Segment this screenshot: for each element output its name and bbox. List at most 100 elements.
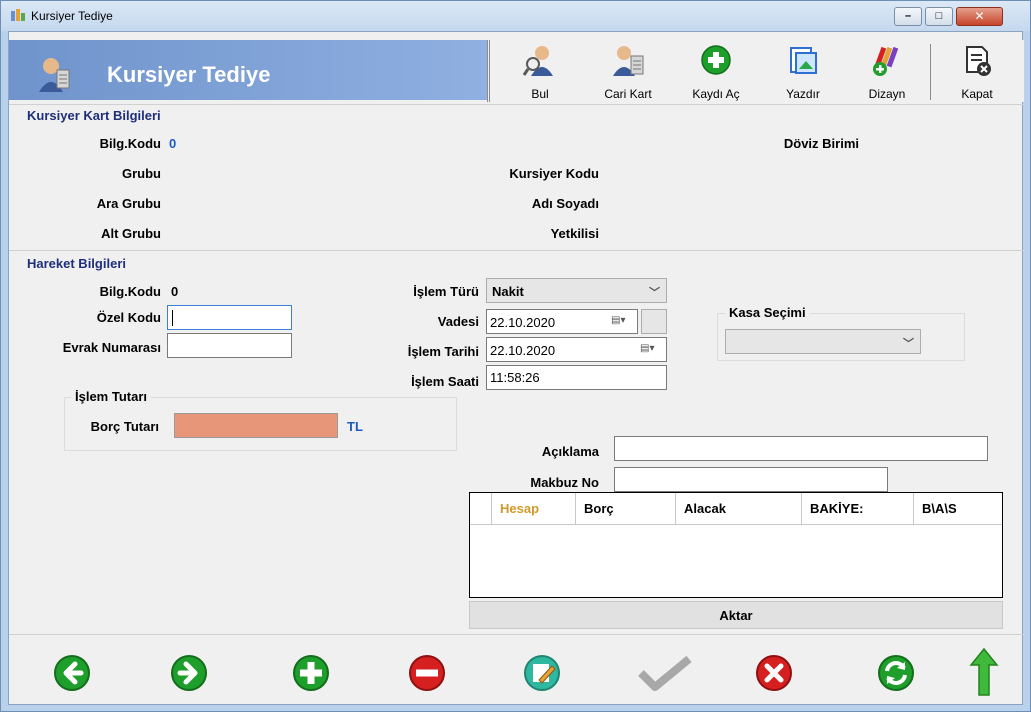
design-button-label: Dizayn [868,87,906,101]
app-window: Kursiyer Tediye – □ ✕ Kursiyer Tediye Bu… [0,0,1031,712]
group-label: Grubu [122,166,161,181]
amount-group-title: İşlem Tutarı [71,389,152,404]
plus-icon[interactable] [291,653,331,693]
card-code-value: 0 [169,136,177,151]
transaction-group-title: Hareket Bilgileri [27,256,126,271]
column-header-debit[interactable]: Borç [576,493,676,525]
transaction-type-select[interactable]: Nakit ﹀ [486,278,667,303]
due-date-picker[interactable]: 22.10.2020 ▤▾ [486,309,638,334]
card-code-label: Bilg.Kodu [99,136,161,151]
description-label: Açıklama [541,444,599,459]
transfer-button[interactable]: Aktar [469,601,1003,629]
open-record-button[interactable]: Kaydı Aç [676,40,756,102]
trans-code-label: Bilg.Kodu [99,284,161,299]
close-document-icon [966,46,991,76]
student-code-label: Kursiyer Kodu [509,166,599,181]
close-icon: ✕ [974,9,985,23]
print-button[interactable]: Yazdır [768,40,838,102]
row-indicator-header[interactable] [470,493,492,525]
calendar-dropdown-icon[interactable]: ▤▾ [640,343,662,356]
debt-amount-label: Borç Tutarı [90,419,159,434]
user-card-icon [39,58,70,92]
bottom-navigation [9,634,1024,706]
print-icon [790,47,817,74]
special-code-label: Özel Kodu [96,310,161,325]
close-form-button-label: Kapat [961,87,993,101]
receipt-number-input[interactable] [614,467,888,492]
column-header-credit[interactable]: Alacak [676,493,802,525]
form-client-area: Kursiyer Tediye Bul Cari Kart Kaydı Aç Y… [8,31,1024,706]
full-name-label: Adı Soyadı [531,196,599,211]
trans-code-value: 0 [171,284,179,299]
minus-icon[interactable] [407,653,447,693]
sub-sub-group-label: Alt Grubu [101,226,161,241]
chevron-down-icon: ﹀ [649,287,660,299]
close-form-button[interactable]: Kapat [946,40,1008,102]
cancel-icon[interactable] [754,653,794,693]
currency-label: Döviz Birimi [783,136,859,151]
open-record-button-label: Kaydı Aç [692,87,740,101]
window-title: Kursiyer Tediye [31,9,113,23]
cash-register-select[interactable]: ﹀ [725,329,921,354]
divider [9,250,1024,251]
minimize-button[interactable]: – [894,7,922,26]
account-card-button[interactable]: Cari Kart [588,40,668,102]
calendar-dropdown-icon[interactable]: ▤▾ [611,315,633,328]
document-number-input[interactable] [167,333,292,358]
arrow-left-icon[interactable] [52,653,92,693]
authorized-label: Yetkilisi [550,226,599,241]
find-button-label: Bul [531,87,549,101]
chevron-down-icon: ﹀ [903,338,914,350]
account-card-button-label: Cari Kart [604,87,652,101]
transaction-date-picker[interactable]: 22.10.2020 ▤▾ [486,337,667,362]
search-user-icon [523,46,553,76]
account-grid[interactable]: Hesap Borç Alacak BAKİYE: B\A\S [469,492,1003,598]
toolbar-separator [930,44,931,100]
divider [9,104,1024,105]
column-header-bas[interactable]: B\A\S [914,493,1002,525]
transaction-time-input[interactable]: 11:58:26 [486,365,667,390]
find-button[interactable]: Bul [510,40,570,102]
add-record-icon [701,45,731,75]
cash-register-label: Kasa Seçimi [725,305,810,320]
text-caret [172,310,173,326]
debt-amount-input[interactable] [174,413,338,438]
design-icon [873,46,899,76]
due-date-extra-button[interactable] [641,309,667,334]
design-button[interactable]: Dizayn [852,40,922,102]
sub-group-label: Ara Grubu [96,196,161,211]
due-date-value: 22.10.2020 [490,315,556,330]
arrow-up-icon[interactable] [969,647,999,697]
form-header: Kursiyer Tediye [9,40,487,100]
transaction-time-value: 11:58:26 [490,370,540,385]
refresh-icon[interactable] [876,653,916,693]
arrow-right-icon[interactable] [169,653,209,693]
column-header-account[interactable]: Hesap [492,493,576,525]
transaction-date-label: İşlem Tarihi [407,344,479,359]
maximize-button[interactable]: □ [925,7,953,26]
receipt-number-label: Makbuz No [530,475,599,490]
document-number-label: Evrak Numarası [62,340,161,355]
due-date-label: Vadesi [437,314,479,329]
print-button-label: Yazdır [786,87,820,101]
user-card-icon [613,46,644,76]
description-input[interactable] [614,436,988,461]
maximize-icon: □ [935,10,943,22]
close-button[interactable]: ✕ [956,7,1003,26]
special-code-input[interactable] [167,305,292,330]
currency-unit: TL [347,419,363,434]
title-bar[interactable]: Kursiyer Tediye – □ ✕ [1,1,1030,31]
transaction-type-label: İşlem Türü [413,284,479,299]
column-header-balance[interactable]: BAKİYE: [802,493,914,525]
toolbar: Bul Cari Kart Kaydı Aç Yazdır Dizayn Kap… [487,40,1024,102]
card-info-group-title: Kursiyer Kart Bilgileri [27,108,161,123]
app-icon [11,9,25,21]
edit-icon[interactable] [522,653,562,693]
transaction-type-value: Nakit [492,284,524,299]
page-title: Kursiyer Tediye [107,62,271,87]
transaction-date-value: 22.10.2020 [490,343,556,358]
checkmark-icon[interactable] [637,653,693,693]
grid-header: Hesap Borç Alacak BAKİYE: B\A\S [470,493,1002,525]
transaction-time-label: İşlem Saati [411,374,479,389]
minimize-icon: – [904,10,912,22]
